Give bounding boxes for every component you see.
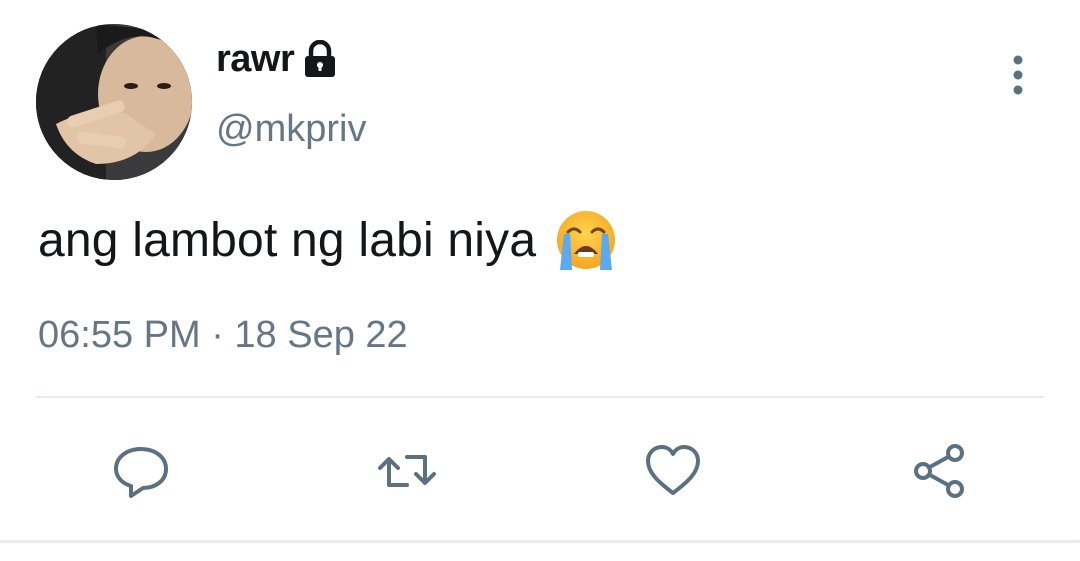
loudly-crying-face-icon — [554, 208, 618, 272]
comment-icon — [114, 447, 168, 498]
heart-icon — [646, 445, 700, 495]
tweet-text: ang lambot ng labi niya — [38, 208, 618, 272]
display-name-text: rawr — [216, 38, 295, 80]
more-options-icon[interactable] — [1000, 52, 1036, 100]
user-handle[interactable]: @mkpriv — [216, 108, 366, 151]
like-button[interactable] — [638, 436, 708, 506]
retweet-icon — [378, 455, 436, 487]
tweet-text-content: ang lambot ng labi niya — [38, 213, 537, 267]
share-button[interactable] — [904, 436, 974, 506]
bottom-divider — [0, 540, 1080, 543]
tweet-timestamp[interactable]: 06:55 PM · 18 Sep 22 — [38, 314, 408, 357]
display-name[interactable]: rawr — [216, 38, 338, 81]
divider — [36, 396, 1044, 398]
lock-icon — [302, 39, 338, 80]
reply-button[interactable] — [106, 436, 176, 506]
share-icon — [914, 444, 964, 498]
retweet-button[interactable] — [372, 436, 442, 506]
avatar[interactable] — [36, 24, 192, 180]
